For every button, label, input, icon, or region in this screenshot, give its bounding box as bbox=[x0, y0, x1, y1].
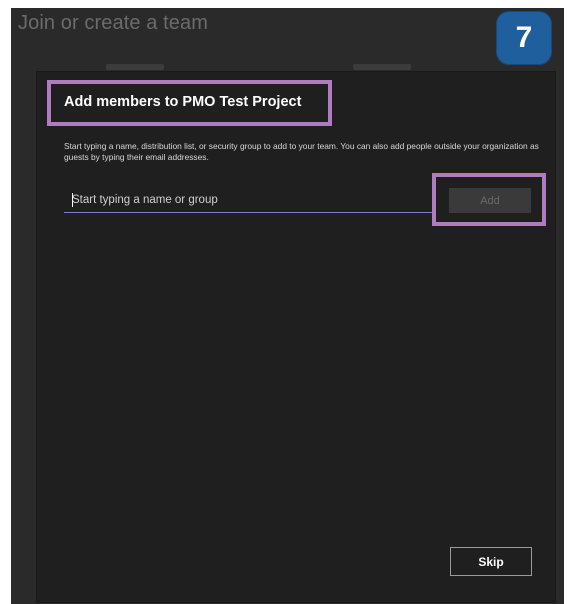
dialog-description: Start typing a name, distribution list, … bbox=[64, 141, 539, 162]
background-tab-indicator bbox=[353, 64, 411, 70]
screenshot-frame: Join or create a team Add members to PMO… bbox=[0, 0, 568, 604]
member-search-input[interactable] bbox=[64, 188, 436, 213]
add-button-highlight-box bbox=[432, 173, 546, 226]
text-caret bbox=[72, 193, 73, 207]
background-tab-indicator bbox=[106, 64, 164, 70]
step-number-badge: 7 bbox=[496, 11, 552, 65]
title-highlight-box bbox=[47, 80, 332, 126]
background-page-title: Join or create a team bbox=[18, 12, 208, 34]
skip-button[interactable]: Skip bbox=[450, 547, 532, 576]
